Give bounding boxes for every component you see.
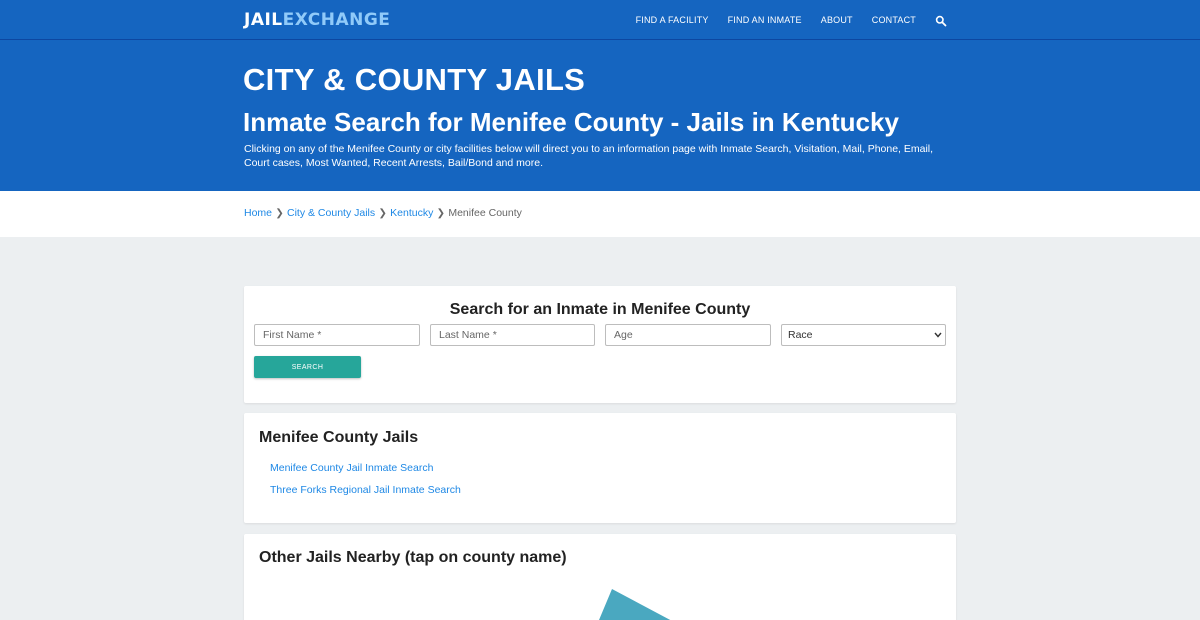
- search-button[interactable]: SEARCH: [254, 356, 361, 378]
- logo-text-jail: JAIL: [244, 10, 283, 30]
- hero-banner: CITY & COUNTY JAILS Inmate Search for Me…: [0, 40, 1200, 191]
- nearby-jails-heading: Other Jails Nearby (tap on county name): [259, 549, 567, 566]
- search-form-title: Search for an Inmate in Menifee County: [449, 301, 751, 318]
- breadcrumb-city-county-jails[interactable]: City & County Jails: [287, 207, 375, 219]
- age-input[interactable]: [605, 324, 771, 346]
- breadcrumb-home[interactable]: Home: [244, 207, 272, 219]
- chevron-right-icon: ❯: [378, 207, 387, 219]
- first-name-input[interactable]: [254, 324, 420, 346]
- top-navbar: JAILEXCHANGE FIND A FACILITY FIND AN INM…: [0, 0, 1200, 40]
- jail-link-three-forks-regional[interactable]: Three Forks Regional Jail Inmate Search: [270, 484, 461, 496]
- race-select[interactable]: Race: [781, 324, 946, 346]
- nearby-jails-card: Other Jails Nearby (tap on county name): [244, 534, 956, 620]
- breadcrumb-bar: Home ❯ City & County Jails ❯ Kentucky ❯ …: [0, 191, 1200, 237]
- site-logo[interactable]: JAILEXCHANGE: [244, 10, 390, 30]
- chevron-right-icon: ❯: [275, 207, 284, 219]
- county-jails-card: Menifee County Jails Menifee County Jail…: [244, 413, 956, 523]
- inmate-search-card: Search for an Inmate in Menifee County R…: [244, 286, 956, 403]
- logo-text-exchange: EXCHANGE: [282, 10, 391, 30]
- page-title: Inmate Search for Menifee County - Jails…: [243, 107, 899, 137]
- breadcrumb: Home ❯ City & County Jails ❯ Kentucky ❯ …: [244, 207, 522, 219]
- last-name-input[interactable]: [430, 324, 595, 346]
- chevron-right-icon: ❯: [436, 207, 446, 219]
- search-icon[interactable]: [935, 14, 947, 27]
- main-nav: FIND A FACILITY FIND AN INMATE ABOUT CON…: [617, 0, 947, 40]
- county-map[interactable]: [594, 588, 674, 620]
- nav-contact[interactable]: CONTACT: [872, 15, 916, 25]
- jail-link-menifee-county[interactable]: Menifee County Jail Inmate Search: [270, 462, 433, 474]
- category-heading: CITY & COUNTY JAILS: [243, 62, 586, 97]
- page-description: Clicking on any of the Menifee County or…: [244, 143, 934, 169]
- breadcrumb-current: Menifee County: [448, 207, 522, 219]
- breadcrumb-kentucky[interactable]: Kentucky: [390, 207, 433, 219]
- map-county-shape[interactable]: [594, 589, 674, 620]
- county-jails-heading: Menifee County Jails: [259, 429, 419, 446]
- nav-find-inmate[interactable]: FIND AN INMATE: [728, 15, 802, 25]
- nav-about[interactable]: ABOUT: [821, 15, 853, 25]
- nav-find-facility[interactable]: FIND A FACILITY: [636, 15, 709, 25]
